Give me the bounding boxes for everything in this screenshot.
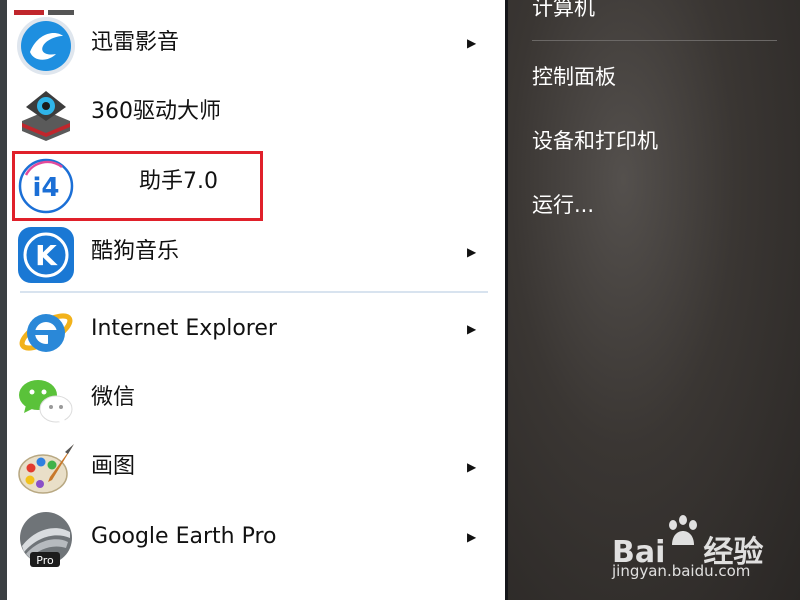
submenu-arrow-icon[interactable]: ▶ (467, 503, 476, 571)
program-label: Google Earth Pro (91, 524, 277, 549)
devices-printers-link[interactable]: 设备和打印机 (532, 125, 658, 155)
program-item-kugou[interactable]: K 酷狗音乐 ▶ (12, 218, 492, 286)
right-separator (532, 40, 777, 41)
program-label: 酷狗音乐 (91, 239, 180, 264)
submenu-arrow-icon[interactable]: ▶ (467, 433, 476, 501)
program-item-wechat[interactable]: 微信 (12, 364, 492, 432)
submenu-arrow-icon[interactable]: ▶ (467, 9, 476, 77)
program-item-paint[interactable]: 画图 ▶ (12, 433, 492, 501)
program-item-360-driver[interactable]: 360驱动大师 (12, 78, 492, 146)
360-driver-master-icon (22, 91, 70, 141)
submenu-arrow-icon[interactable]: ▶ (467, 218, 476, 286)
program-item-xunlei[interactable]: 迅雷影音 ▶ (12, 9, 492, 77)
kugou-music-icon: K (18, 227, 74, 283)
program-item-internet-explorer[interactable]: Internet Explorer ▶ (12, 295, 492, 363)
internet-explorer-icon (19, 313, 73, 352)
paint-icon (18, 444, 74, 494)
baidu-jingyan-watermark: Bai 经验 jingyan.baidu.com (612, 515, 792, 585)
control-panel-link[interactable]: 控制面板 (532, 61, 616, 91)
run-link[interactable]: 运行... (532, 189, 594, 219)
computer-link[interactable]: 计算机 (532, 0, 595, 22)
kugou-icon-text: K (35, 239, 58, 272)
watermark-url: jingyan.baidu.com (612, 562, 751, 580)
program-label: 360驱动大师 (91, 99, 221, 124)
program-label: 微信 (91, 385, 136, 410)
program-label: Internet Explorer (91, 316, 277, 341)
left-edge (0, 0, 7, 600)
highlight-box (12, 151, 263, 221)
submenu-arrow-icon[interactable]: ▶ (467, 295, 476, 363)
wechat-icon (19, 380, 73, 426)
panel-divider (505, 0, 508, 600)
google-earth-pro-icon: Pro (20, 512, 72, 567)
program-list-separator (20, 291, 488, 293)
xunlei-player-icon (17, 17, 75, 75)
program-label: 画图 (91, 454, 136, 479)
ge-pro-icon-text: Pro (36, 554, 54, 567)
program-item-google-earth-pro[interactable]: Pro Google Earth Pro ▶ (12, 503, 492, 571)
program-label: 迅雷影音 (91, 30, 180, 55)
top-color-strip (14, 0, 76, 15)
